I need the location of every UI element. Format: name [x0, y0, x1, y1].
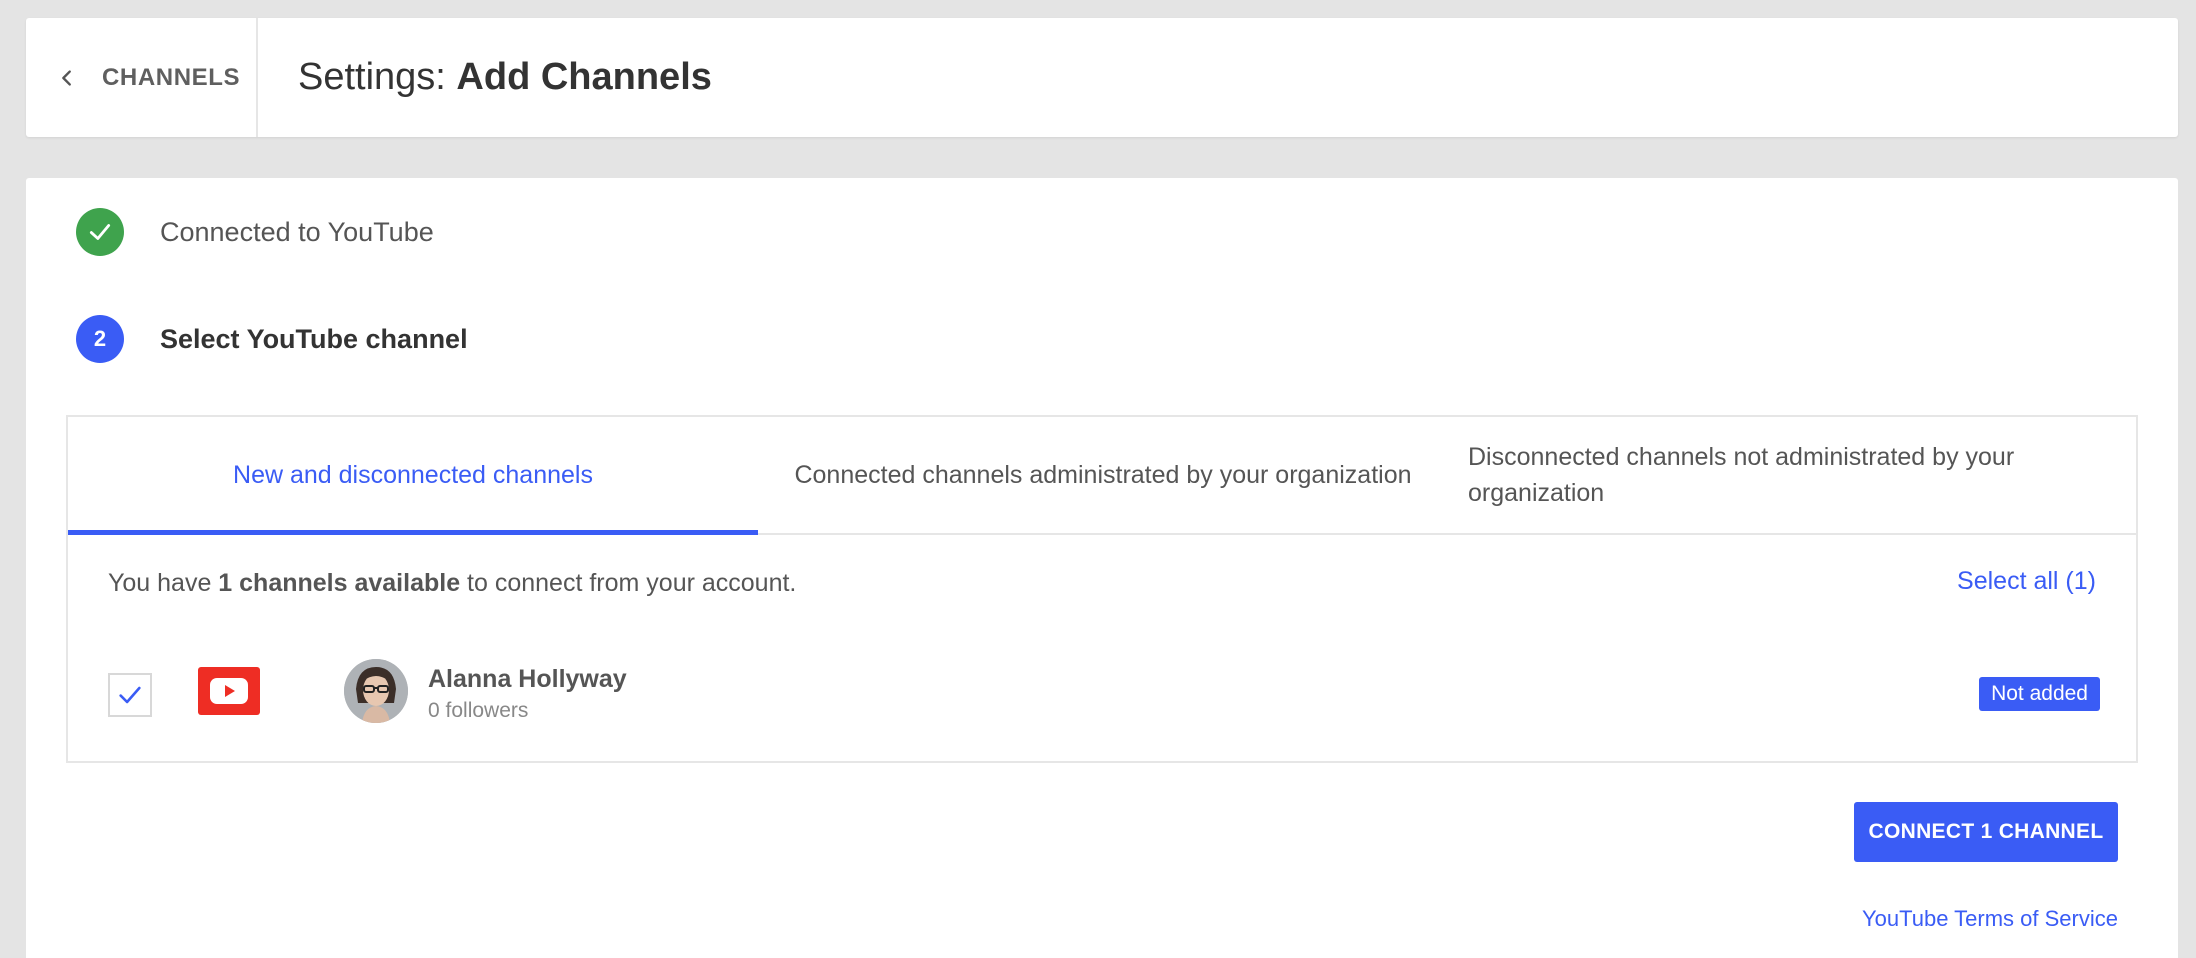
- page-title: Settings: Add Channels: [298, 56, 712, 99]
- step-select-channel: 2 Select YouTube channel: [76, 315, 468, 363]
- step-2-label: Select YouTube channel: [160, 323, 468, 354]
- page-title-main: Add Channels: [456, 56, 712, 98]
- page-title-prefix: Settings:: [298, 56, 457, 98]
- available-count: 1 channels available: [218, 569, 461, 597]
- chevron-left-icon: [62, 69, 71, 86]
- step-number-badge: 2: [76, 315, 124, 363]
- connect-channel-button[interactable]: CONNECT 1 CHANNEL: [1854, 802, 2118, 862]
- available-channels-text: You have 1 channels available to connect…: [108, 569, 796, 598]
- tab-connected-administrated[interactable]: Connected channels administrated by your…: [758, 417, 1448, 533]
- step-done-indicator: [76, 208, 124, 256]
- back-to-channels-button[interactable]: CHANNELS: [26, 18, 258, 137]
- channels-panel: New and disconnected channels Connected …: [66, 415, 2138, 763]
- avatar: [344, 659, 408, 723]
- step-1-label: Connected to YouTube: [160, 216, 434, 247]
- step-connected: Connected to YouTube: [76, 208, 434, 256]
- top-header: CHANNELS Settings: Add Channels: [26, 18, 2178, 137]
- available-suffix: to connect from your account.: [460, 569, 797, 597]
- check-icon: [89, 224, 111, 240]
- youtube-icon: [198, 667, 260, 715]
- tab-new-disconnected[interactable]: New and disconnected channels: [68, 417, 758, 535]
- channel-name: Alanna Hollyway: [428, 665, 627, 693]
- status-badge: Not added: [1979, 677, 2100, 711]
- main-card: Connected to YouTube 2 Select YouTube ch…: [26, 178, 2178, 958]
- checkmark-icon: [119, 686, 141, 704]
- select-all-link[interactable]: Select all (1): [1957, 567, 2096, 596]
- channel-checkbox[interactable]: [108, 673, 152, 717]
- back-label: CHANNELS: [102, 63, 241, 91]
- channel-tabs: New and disconnected channels Connected …: [68, 417, 2136, 535]
- available-prefix: You have: [108, 569, 219, 597]
- channel-row: Alanna Hollyway 0 followers Not added: [108, 659, 2100, 739]
- tab-disconnected-not-administrated[interactable]: Disconnected channels not administrated …: [1448, 417, 2108, 533]
- youtube-terms-link[interactable]: YouTube Terms of Service: [1862, 906, 2118, 932]
- channel-followers: 0 followers: [428, 699, 529, 722]
